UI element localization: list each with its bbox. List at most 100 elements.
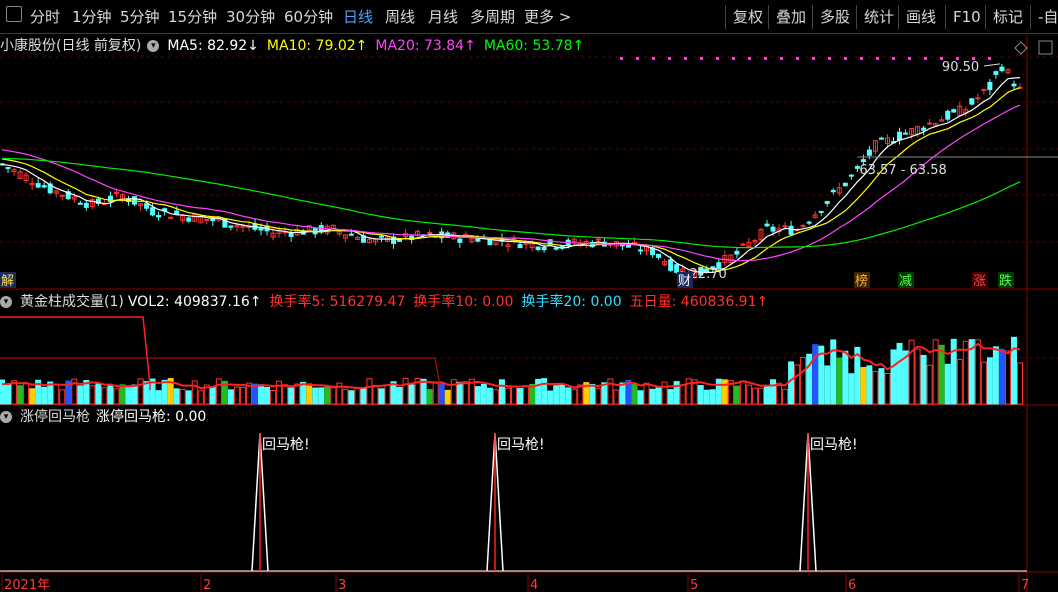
badge-die: 跌: [999, 273, 1012, 289]
x-axis-label: 4: [530, 578, 538, 592]
volume-bar: [631, 382, 638, 405]
ma5-label: MA5: 82.92↓: [167, 38, 259, 54]
marker-dot: [892, 57, 895, 60]
dropdown-icon[interactable]: ▾: [0, 296, 12, 308]
volume-bar: [173, 388, 180, 405]
candle-body: [842, 182, 848, 187]
candle-body: [945, 110, 951, 120]
volume-bar: [739, 380, 746, 405]
volume-bar: [185, 390, 192, 405]
volume-bar: [577, 384, 584, 405]
volume-bar: [944, 363, 951, 405]
vol-indicator-name[interactable]: 黄金柱成交量(1): [20, 294, 124, 310]
volume-bar: [800, 356, 807, 405]
range-label: 63.57 - 63.58: [859, 163, 946, 178]
marker-dot: [828, 57, 831, 60]
volume-bar: [721, 379, 728, 405]
volume-bar: [131, 384, 138, 405]
volume-bar: [384, 384, 391, 405]
signal-header: ▾ 涨停回马枪 涨停回马枪: 0.00: [0, 406, 214, 428]
candle-body: [378, 235, 384, 238]
candle-body: [903, 132, 909, 135]
volume-bar: [920, 354, 927, 405]
x-axis-label: 6: [848, 578, 856, 592]
volume-bar: [589, 383, 596, 405]
volume-bar: [504, 387, 511, 405]
volume-bar: [559, 383, 566, 405]
volume-bar: [300, 381, 307, 405]
badge-jie: 解: [1, 274, 14, 289]
marker-dot: [876, 57, 879, 60]
volume-bar: [836, 357, 843, 405]
volume-bar: [980, 361, 987, 405]
volume-bar: [101, 387, 108, 405]
volume-bar: [462, 381, 469, 405]
volume-bar: [486, 387, 493, 405]
volume-bar: [53, 383, 60, 405]
volume-bar: [637, 390, 644, 405]
candle-body: [174, 210, 180, 215]
marker-dot: [748, 57, 751, 60]
volume-bar: [95, 382, 102, 405]
volume-bar: [553, 385, 560, 405]
candle-body: [866, 149, 872, 156]
volume-bar: [1010, 336, 1017, 405]
volume-bar: [318, 387, 325, 405]
volume-bar: [191, 380, 198, 405]
signal-label: 回马枪!: [262, 436, 310, 453]
volume-bar: [23, 383, 30, 405]
volume-bar: [619, 382, 626, 405]
marker-dot: [908, 57, 911, 60]
dropdown-icon[interactable]: ▾: [0, 411, 12, 423]
diamond-icon: [1014, 41, 1028, 55]
candle-body: [77, 202, 83, 205]
volume-bar: [432, 381, 439, 405]
ma10-label: MA10: 79.02↑: [266, 38, 368, 54]
candle-body: [348, 233, 354, 236]
volume-bar: [342, 388, 349, 405]
marker-dot: [844, 57, 847, 60]
volume-bar: [258, 384, 265, 405]
volume-bar: [197, 390, 204, 405]
volume-bar: [896, 342, 903, 405]
candle-body: [228, 225, 234, 228]
volume-bar: [270, 390, 277, 405]
candle-body: [535, 246, 541, 251]
candle-body: [860, 159, 866, 163]
volume-bar: [366, 378, 373, 405]
signal-label: 回马枪!: [810, 436, 858, 453]
dropdown-icon[interactable]: ▾: [147, 40, 160, 52]
marker-dot: [668, 57, 671, 60]
candle-body: [234, 225, 240, 228]
candle-body: [41, 185, 47, 188]
volume-bar: [288, 387, 295, 405]
volume-bar: [733, 385, 740, 405]
volume-bar: [480, 383, 487, 405]
candle-body: [517, 243, 523, 249]
volume-bar: [264, 386, 271, 405]
candle-body: [951, 109, 957, 113]
volume-bar: [782, 388, 789, 405]
volume-bar: [745, 384, 752, 405]
volume-bar: [751, 387, 758, 405]
volume-bar: [396, 387, 403, 405]
volume-bar: [17, 385, 24, 405]
marker-dot: [860, 57, 863, 60]
candle-body: [5, 166, 11, 169]
volume-bar: [294, 383, 301, 405]
volume-bar: [974, 339, 981, 405]
volume-bar: [59, 389, 66, 405]
candle-body: [734, 250, 740, 255]
volume-bar: [161, 379, 168, 405]
candle-body: [782, 225, 788, 228]
volume-bar: [227, 389, 234, 405]
stock-title[interactable]: 小康股份(日线 前复权): [0, 38, 141, 54]
candle-body: [818, 210, 824, 213]
high-arrow: [983, 63, 1000, 67]
candle-body: [156, 215, 162, 218]
candle-body: [764, 223, 770, 227]
marker-dot: [732, 57, 735, 60]
signal-indicator-name[interactable]: 涨停回马枪: [20, 409, 90, 425]
volume-header: ▾ 黄金柱成交量(1) VOL2: 409837.16↑ 换手率5: 516279.4…: [0, 291, 776, 313]
volume-bar: [776, 382, 783, 405]
